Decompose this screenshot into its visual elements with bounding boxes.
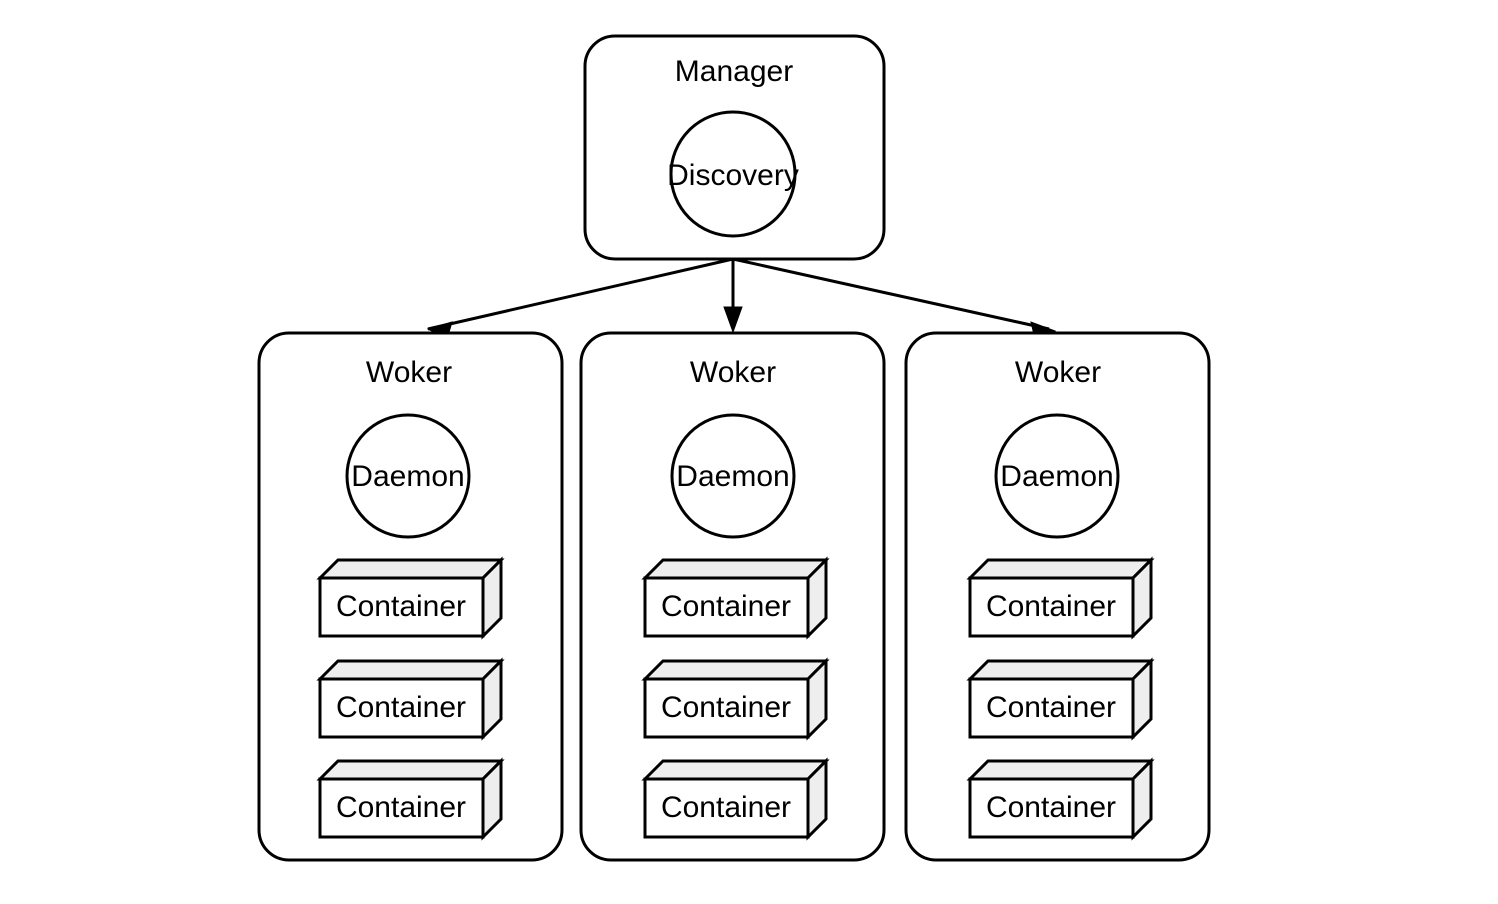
container-label-3-2: Container — [986, 691, 1116, 724]
container-label-3-1: Container — [986, 590, 1116, 623]
container-cube-2-2[interactable]: Container — [641, 657, 830, 741]
container-label-1-1: Container — [336, 590, 466, 623]
worker-node-1[interactable]: Woker Daemon Container Container Contain… — [257, 331, 564, 862]
edge-manager-to-worker-1 — [426, 257, 734, 340]
daemon-label-2: Daemon — [676, 460, 789, 493]
container-label-2-3: Container — [661, 791, 791, 824]
container-label-2-2: Container — [661, 691, 791, 724]
worker-label-3: Woker — [1015, 356, 1101, 389]
edge-manager-to-worker-3 — [732, 257, 1057, 340]
worker-node-3[interactable]: Woker Daemon Container Container Contain… — [904, 331, 1211, 862]
diagram-svg: Manager Discovery Woker Daemon Container — [257, 34, 1211, 862]
diagram-canvas: Manager Discovery Woker Daemon Container — [0, 0, 1498, 904]
worker-label-1: Woker — [366, 356, 452, 389]
container-cube-3-3[interactable]: Container — [966, 757, 1155, 841]
daemon-label-1: Daemon — [351, 460, 464, 493]
container-label-2-1: Container — [661, 590, 791, 623]
edge-manager-to-worker-2 — [723, 259, 743, 334]
container-cube-3-2[interactable]: Container — [966, 657, 1155, 741]
worker-node-2[interactable]: Woker Daemon Container Container Contain… — [579, 331, 886, 862]
container-label-1-3: Container — [336, 791, 466, 824]
manager-node[interactable]: Manager Discovery — [583, 34, 886, 261]
container-cube-1-3[interactable]: Container — [316, 757, 505, 841]
container-cube-2-3[interactable]: Container — [641, 757, 830, 841]
container-label-3-3: Container — [986, 791, 1116, 824]
container-cube-3-1[interactable]: Container — [966, 556, 1155, 640]
container-cube-2-1[interactable]: Container — [641, 556, 830, 640]
container-cube-1-1[interactable]: Container — [316, 556, 505, 640]
container-cube-1-2[interactable]: Container — [316, 657, 505, 741]
worker-label-2: Woker — [690, 356, 776, 389]
daemon-label-3: Daemon — [1000, 460, 1113, 493]
manager-label: Manager — [675, 55, 793, 88]
discovery-label: Discovery — [667, 159, 799, 192]
container-label-1-2: Container — [336, 691, 466, 724]
